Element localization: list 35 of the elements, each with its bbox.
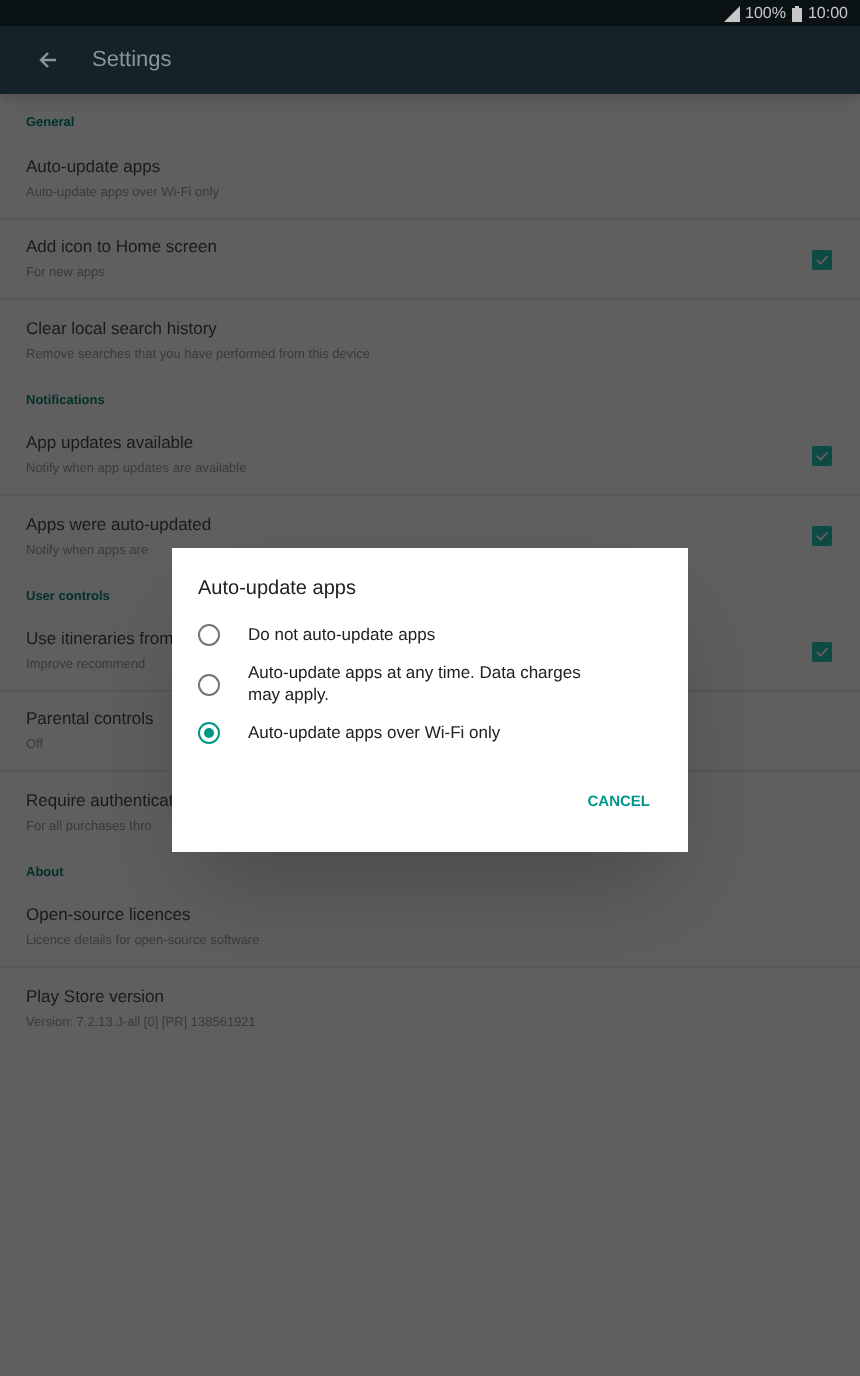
check-icon [814, 643, 830, 659]
checkbox[interactable] [812, 526, 832, 546]
row-title: Use itineraries from [26, 626, 174, 652]
row-title: Play Store version [26, 983, 164, 1009]
radio-button[interactable] [198, 673, 220, 695]
radio-button[interactable] [198, 722, 220, 744]
row-title: Clear local search history [26, 315, 217, 341]
check-icon [814, 447, 830, 463]
screen-title: Settings [92, 45, 172, 76]
row-title: Auto-update apps [26, 154, 161, 180]
check-icon [814, 528, 830, 544]
option-label: Auto-update apps over Wi-Fi only [248, 722, 503, 744]
option-label: Do not auto-update apps [248, 624, 438, 646]
back-arrow-icon [38, 50, 58, 70]
checkbox[interactable] [812, 445, 832, 465]
checkbox[interactable] [812, 249, 832, 269]
row-title: Parental controls [26, 706, 154, 732]
row-title: App updates available [26, 430, 194, 456]
radio-button[interactable] [198, 624, 220, 646]
battery-icon [791, 5, 802, 21]
row-title: Require authenticat [26, 787, 174, 813]
row-title: Add icon to Home screen [26, 234, 217, 260]
back-button[interactable] [36, 48, 60, 72]
checkbox[interactable] [812, 641, 832, 661]
battery-percent: 100% [745, 1, 786, 25]
radio-option[interactable]: Auto-update apps at any time. Data charges may apply. [198, 662, 662, 706]
check-icon [814, 251, 830, 267]
clock: 10:00 [807, 1, 848, 25]
dialog-title: Auto-update apps [198, 576, 358, 604]
row-title: Open-source licences [26, 902, 191, 928]
signal-icon [723, 5, 739, 21]
row-title: Apps were auto-updated [26, 511, 212, 537]
option-label: Auto-update apps at any time. Data charges may apply. [248, 662, 583, 706]
radio-option[interactable]: Auto-update apps over Wi-Fi only [198, 722, 662, 744]
radio-option[interactable]: Do not auto-update apps [198, 624, 662, 646]
